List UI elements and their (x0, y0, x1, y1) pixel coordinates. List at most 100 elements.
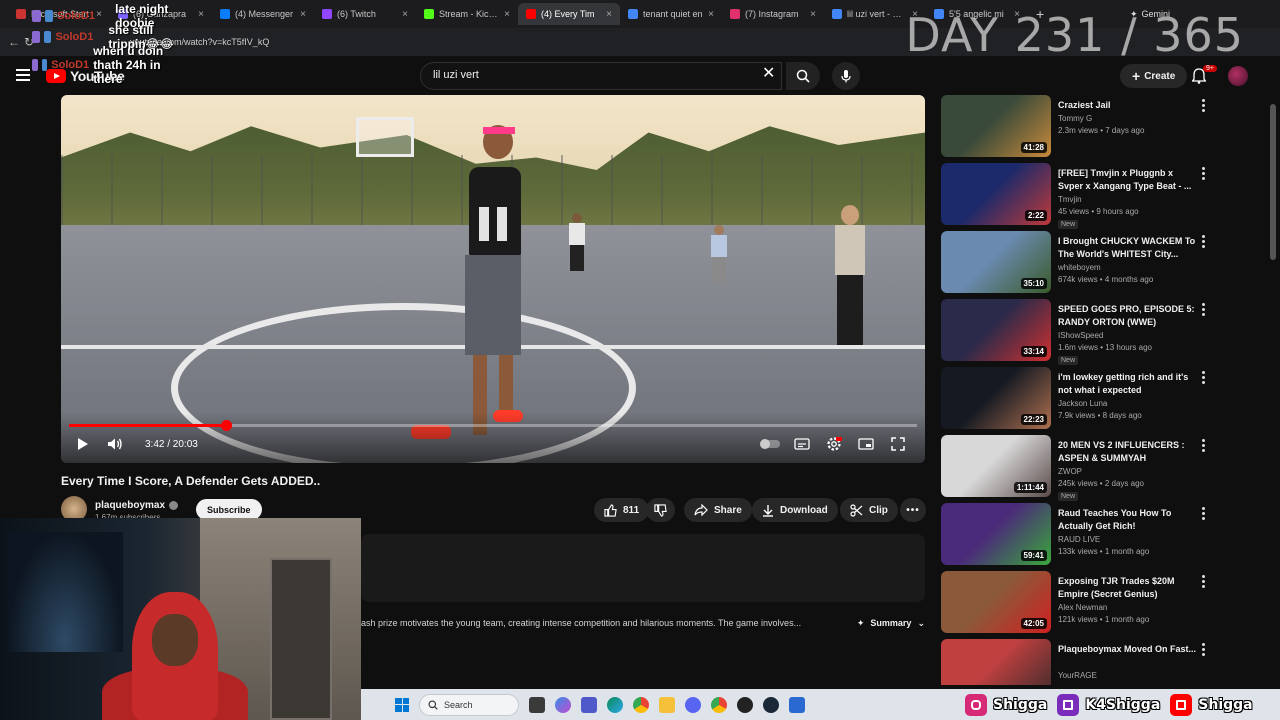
more-vertical-icon[interactable] (1202, 167, 1206, 180)
close-tab-icon[interactable]: × (300, 9, 306, 20)
recommended-video-title[interactable]: Raud Teaches You How To Actually Get Ric… (1058, 507, 1200, 533)
app-icon[interactable] (789, 696, 805, 713)
recommended-video[interactable]: Plaqueboymax Moved On Fast... YourRAGE (941, 639, 1231, 685)
close-tab-icon[interactable]: × (810, 9, 816, 20)
video-thumbnail[interactable]: 35:10 (941, 231, 1051, 293)
autoplay-toggle[interactable] (759, 434, 781, 454)
more-vertical-icon[interactable] (1202, 643, 1206, 656)
more-vertical-icon[interactable] (1202, 371, 1206, 384)
account-avatar[interactable] (1228, 66, 1248, 86)
like-button[interactable]: 811 (594, 498, 650, 522)
recommended-video-title[interactable]: Exposing TJR Trades $20M Empire (Secret … (1058, 575, 1200, 601)
recommended-video-channel[interactable]: RAUD LIVE (1058, 535, 1100, 544)
windows-start-icon[interactable] (395, 697, 409, 712)
close-tab-icon[interactable]: × (606, 9, 612, 20)
play-button[interactable] (75, 434, 89, 454)
summary-button[interactable]: ✦ Summary ⌄ (857, 618, 925, 629)
chrome-icon[interactable] (633, 696, 649, 713)
voice-search-button[interactable] (832, 62, 860, 90)
recommended-video-title[interactable]: [FREE] Tmvjin x Pluggnb x Svper x Xangan… (1058, 167, 1200, 193)
recommended-video[interactable]: 33:14 SPEED GOES PRO, EPISODE 5: RANDY OR… (941, 299, 1231, 365)
recommended-video-title[interactable]: I Brought CHUCKY WACKEM To The World's W… (1058, 235, 1200, 261)
more-vertical-icon[interactable] (1202, 575, 1206, 588)
obs-icon[interactable] (737, 696, 753, 713)
recommended-video[interactable]: 1:11:44 20 MEN VS 2 INFLUENCERS : ASPEN &… (941, 435, 1231, 501)
description-box[interactable] (361, 534, 925, 602)
more-vertical-icon[interactable] (1202, 99, 1206, 112)
browser-tab[interactable]: (7) Instagram × (722, 3, 824, 25)
page-scrollbar[interactable] (1270, 104, 1276, 260)
browser-tab[interactable]: tenant quiet en × (620, 3, 722, 25)
more-actions-button[interactable]: ••• (900, 498, 926, 522)
recommended-video-title[interactable]: i'm lowkey getting rich and it's not wha… (1058, 371, 1200, 397)
copilot-icon[interactable] (555, 696, 571, 713)
close-tab-icon[interactable]: × (708, 9, 714, 20)
more-vertical-icon[interactable] (1202, 439, 1206, 452)
recommended-video-title[interactable]: Craziest Jail (1058, 99, 1200, 112)
recommended-video-title[interactable]: SPEED GOES PRO, EPISODE 5: RANDY ORTON (… (1058, 303, 1200, 329)
recommended-video[interactable]: 22:23 i'm lowkey getting rich and it's no… (941, 367, 1231, 429)
video-thumbnail[interactable]: 41:28 (941, 95, 1051, 157)
menu-icon[interactable] (16, 69, 30, 81)
close-tab-icon[interactable]: × (402, 9, 408, 20)
recommended-video-channel[interactable]: Jackson Luna (1058, 399, 1107, 408)
chrome-icon[interactable] (711, 696, 727, 713)
clip-button[interactable]: Clip (840, 498, 898, 522)
recommended-video-channel[interactable]: ZWOP (1058, 467, 1082, 476)
recommended-video[interactable]: 59:41 Raud Teaches You How To Actually Ge… (941, 503, 1231, 565)
video-thumbnail[interactable]: 42:05 (941, 571, 1051, 633)
fullscreen-button[interactable] (891, 434, 905, 454)
steam-icon[interactable] (763, 696, 779, 713)
teams-icon[interactable] (581, 696, 597, 713)
search-input[interactable] (433, 69, 733, 81)
task-view-icon[interactable] (529, 696, 545, 713)
video-thumbnail[interactable]: 2:22 (941, 163, 1051, 225)
discord-icon[interactable] (685, 696, 701, 713)
download-button[interactable]: Download (752, 498, 838, 522)
browser-tab[interactable]: (6) Twitch × (314, 3, 416, 25)
more-vertical-icon[interactable] (1202, 235, 1206, 248)
taskbar-search[interactable]: Search (419, 693, 519, 716)
close-tab-icon[interactable]: × (504, 9, 510, 20)
close-tab-icon[interactable]: × (198, 9, 204, 20)
search-box[interactable] (420, 62, 782, 90)
more-vertical-icon[interactable] (1202, 507, 1206, 520)
browser-tab[interactable]: (4) Messenger × (212, 3, 314, 25)
recommended-video[interactable]: 35:10 I Brought CHUCKY WACKEM To The Worl… (941, 231, 1231, 293)
create-button[interactable]: + Create (1120, 64, 1188, 88)
progress-bar[interactable] (69, 420, 917, 431)
recommended-video-title[interactable]: 20 MEN VS 2 INFLUENCERS : ASPEN & SUMMYA… (1058, 439, 1200, 465)
edge-icon[interactable] (607, 696, 623, 713)
recommended-video-title[interactable]: Plaqueboymax Moved On Fast... (1058, 643, 1200, 656)
recommended-video-channel[interactable]: Tmvjin (1058, 195, 1082, 204)
share-button[interactable]: Share (684, 498, 752, 522)
recommended-video-channel[interactable]: whiteboyem (1058, 263, 1101, 272)
volume-button[interactable] (107, 434, 123, 454)
settings-button[interactable] (826, 434, 842, 454)
video-player[interactable]: 3:42 / 20:03 (61, 95, 925, 463)
recommended-video[interactable]: 42:05 Exposing TJR Trades $20M Empire (Se… (941, 571, 1231, 633)
more-vertical-icon[interactable] (1202, 303, 1206, 316)
recommended-video-channel[interactable]: Alex Newman (1058, 603, 1107, 612)
browser-tab[interactable]: Stream - Kick D × (416, 3, 518, 25)
video-thumbnail[interactable] (941, 639, 1051, 685)
search-button[interactable] (786, 62, 820, 90)
browser-tab[interactable]: (4) Every Tim × (518, 3, 620, 25)
miniplayer-button[interactable] (858, 434, 874, 454)
dislike-button[interactable] (646, 498, 675, 522)
channel-name[interactable]: plaqueboymax (95, 500, 179, 511)
subscribe-button[interactable]: Subscribe (196, 499, 262, 520)
video-thumbnail[interactable]: 1:11:44 (941, 435, 1051, 497)
recommended-video-channel[interactable]: YourRAGE (1058, 671, 1097, 680)
video-thumbnail[interactable]: 33:14 (941, 299, 1051, 361)
recommended-video-channel[interactable]: IShowSpeed (1058, 331, 1103, 340)
back-icon[interactable]: ← (8, 35, 24, 49)
recommended-video[interactable]: 41:28 Craziest Jail Tommy G 2.3m views • 7 … (941, 95, 1231, 157)
progress-scrubber[interactable] (220, 420, 232, 431)
video-thumbnail[interactable]: 22:23 (941, 367, 1051, 429)
subtitles-button[interactable] (794, 434, 810, 454)
video-thumbnail[interactable]: 59:41 (941, 503, 1051, 565)
file-explorer-icon[interactable] (659, 696, 675, 713)
recommended-video-channel[interactable]: Tommy G (1058, 114, 1092, 123)
clear-search-icon[interactable]: ✕ (762, 66, 775, 82)
